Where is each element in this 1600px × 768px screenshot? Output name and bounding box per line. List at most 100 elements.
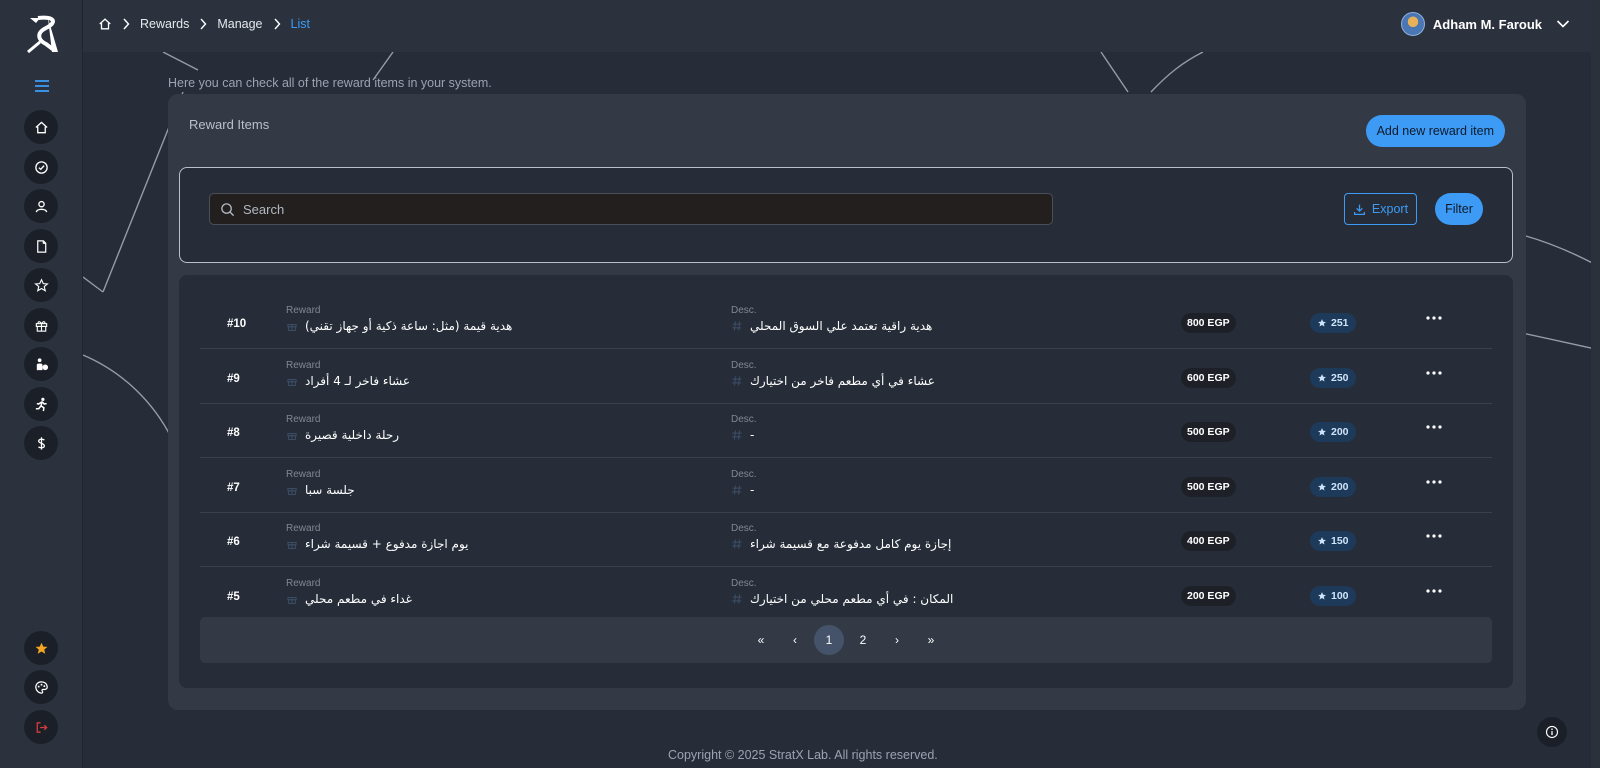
panel-title: Reward Items — [189, 117, 270, 132]
stratx-logo — [27, 15, 58, 54]
nav-activities[interactable] — [24, 387, 58, 421]
row-actions-button[interactable] — [1423, 526, 1445, 546]
page-scrollbar[interactable] — [1591, 0, 1600, 768]
row-actions-button[interactable] — [1423, 363, 1445, 383]
row-actions-button[interactable] — [1423, 581, 1445, 601]
nav-employee-status[interactable] — [24, 347, 58, 381]
reward-desc: هدية راقية تعتمد علي السوق المحلي — [731, 319, 932, 333]
gift-icon — [286, 429, 298, 441]
page-1-button[interactable]: 1 — [814, 625, 844, 655]
palette-icon — [34, 680, 48, 694]
price-badge: 500 EGP — [1181, 476, 1236, 497]
reward-items-panel: Reward Items Add new reward item Export … — [168, 94, 1526, 710]
prev-page-button[interactable]: ‹ — [780, 625, 810, 655]
table-row[interactable]: #8 Reward رحلة داخلية قصيرة Desc. - 500 EGP 20… — [200, 404, 1492, 458]
reward-name: غداء في مطعم محلي — [286, 592, 412, 606]
reward-desc-text: المكان : في أي مطعم محلي من اختيارك — [750, 591, 954, 606]
page-2-button[interactable]: 2 — [848, 625, 878, 655]
desc-label: Desc. — [731, 359, 757, 371]
info-button[interactable] — [1537, 717, 1567, 747]
star-icon — [1317, 373, 1327, 383]
reward-id: #7 — [227, 481, 240, 494]
home-icon[interactable] — [98, 17, 112, 31]
gift-icon — [35, 320, 47, 332]
nav-ratings[interactable] — [24, 268, 58, 302]
nav-theme[interactable] — [24, 670, 58, 704]
nav-documents[interactable] — [24, 229, 58, 263]
next-page-button[interactable]: › — [882, 625, 912, 655]
chevron-down-icon — [1556, 19, 1570, 29]
star-icon — [33, 277, 49, 292]
star-icon — [1317, 536, 1327, 546]
breadcrumb-manage[interactable]: Manage — [217, 17, 262, 31]
first-page-button[interactable]: « — [746, 625, 776, 655]
table-row[interactable]: #5 Reward غداء في مطعم محلي Desc. المكان : ف… — [200, 568, 1492, 622]
reward-desc-text: - — [750, 428, 755, 442]
filter-button[interactable]: Filter — [1435, 193, 1483, 225]
points-badge: 200 — [1310, 422, 1356, 442]
reward-desc: عشاء في أي مطعم فاخر من اختيارك — [731, 374, 935, 388]
last-page-button[interactable]: » — [916, 625, 946, 655]
reward-id: #6 — [227, 536, 240, 548]
reward-id: #5 — [227, 590, 240, 603]
desc-label: Desc. — [731, 414, 757, 425]
nav-tasks[interactable] — [24, 150, 58, 184]
reward-label: Reward — [286, 523, 321, 534]
sidebar — [0, 0, 83, 768]
chevron-right-icon — [273, 18, 281, 30]
chevron-right-icon — [122, 18, 130, 30]
table-row[interactable]: #7 Reward جلسة سبا Desc. - 500 EGP 200 — [200, 459, 1492, 513]
nav-home[interactable] — [24, 110, 58, 144]
info-icon — [1545, 725, 1559, 739]
star-icon — [1317, 591, 1327, 601]
reward-name-text: جلسة سبا — [305, 482, 355, 497]
search-field[interactable] — [209, 193, 1053, 225]
search-icon — [221, 202, 235, 216]
menu-toggle-icon[interactable] — [33, 79, 51, 93]
table-row[interactable]: #10 Reward هدية قيمة (مثل: ساعة ذكية أو جه… — [200, 295, 1492, 349]
row-actions-button[interactable] — [1423, 308, 1445, 328]
breadcrumb-rewards[interactable]: Rewards — [140, 17, 189, 31]
table-row[interactable]: #6 Reward يوم اجازة مدفوع + قسيمة شراء Desc… — [200, 513, 1492, 567]
reward-name: يوم اجازة مدفوع + قسيمة شراء — [286, 537, 469, 551]
more-horizontal-icon — [1426, 588, 1442, 593]
nav-rewards[interactable] — [24, 308, 58, 342]
footer-copyright: Copyright © 2025 StratX Lab. All rights … — [668, 748, 938, 762]
points-value: 250 — [1331, 371, 1349, 384]
user-menu[interactable]: Adham M. Farouk — [1400, 12, 1570, 36]
export-button[interactable]: Export — [1344, 193, 1417, 225]
more-horizontal-icon — [1426, 534, 1442, 538]
desc-label: Desc. — [731, 305, 757, 316]
reward-name-text: عشاء فاخر لـ 4 أفراد — [305, 373, 411, 388]
reward-id: #9 — [227, 372, 240, 385]
add-reward-item-button[interactable]: Add new reward item — [1365, 115, 1505, 147]
row-actions-button[interactable] — [1423, 472, 1445, 492]
user-icon — [35, 200, 47, 212]
dollar-icon — [37, 436, 45, 450]
row-actions-button[interactable] — [1423, 417, 1445, 437]
pagination: « ‹ 1 2 › » — [200, 617, 1492, 663]
more-horizontal-icon — [1426, 479, 1442, 484]
nav-favorites[interactable] — [24, 631, 58, 665]
reward-desc: - — [731, 428, 754, 442]
gift-icon — [286, 320, 298, 332]
nav-finance[interactable] — [24, 426, 58, 460]
reward-name: هدية قيمة (مثل: ساعة ذكية أو جهاز تقني) — [286, 319, 512, 333]
search-input[interactable] — [235, 201, 1015, 217]
table-row[interactable]: #9 Reward عشاء فاخر لـ 4 أفراد Desc. عشاء في… — [200, 350, 1492, 404]
gift-icon — [286, 593, 298, 605]
reward-desc: إجازة يوم كامل مدفوعة مع قسيمة شراء — [731, 537, 951, 551]
reward-name-text: يوم اجازة مدفوع + قسيمة شراء — [305, 537, 469, 551]
points-badge: 100 — [1310, 585, 1356, 606]
points-value: 251 — [1331, 317, 1349, 329]
reward-label: Reward — [286, 414, 321, 425]
reward-name-text: غداء في مطعم محلي — [305, 591, 412, 606]
nav-logout[interactable] — [24, 710, 58, 744]
reward-desc: المكان : في أي مطعم محلي من اختيارك — [731, 592, 953, 606]
points-badge: 251 — [1310, 313, 1356, 333]
reward-label: Reward — [286, 305, 321, 316]
hash-icon — [731, 484, 743, 496]
more-horizontal-icon — [1426, 370, 1442, 375]
hash-icon — [731, 429, 743, 441]
nav-users[interactable] — [24, 189, 58, 223]
